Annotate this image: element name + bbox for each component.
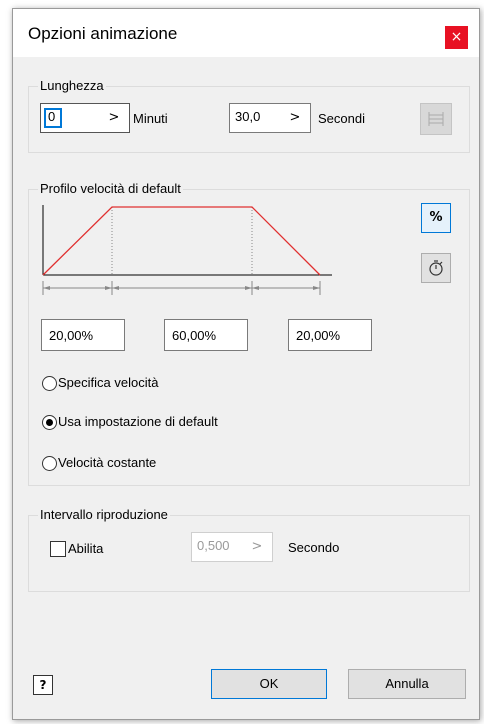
dim-arrow [43, 286, 50, 290]
velocity-profile-graph [42, 205, 332, 295]
accel-percent-field[interactable]: 20,00% [41, 319, 125, 351]
minutes-value[interactable]: 0 [48, 109, 55, 124]
constant-percent-value[interactable]: 60,00% [172, 328, 216, 343]
range-fit-icon [428, 112, 444, 126]
time-mode-button[interactable] [421, 253, 451, 283]
enable-label[interactable]: Abilita [68, 541, 103, 556]
minutes-spin-arrow[interactable]: > [99, 104, 129, 132]
dim-arrow [105, 286, 112, 290]
stopwatch-icon [429, 260, 443, 276]
radio-specify-velocity-label[interactable]: Specifica velocità [58, 375, 158, 390]
decel-percent-value[interactable]: 20,00% [296, 328, 340, 343]
minutes-label: Minuti [133, 111, 168, 126]
interval-spinner[interactable]: 0,500 > [191, 532, 273, 562]
minutes-spinner[interactable]: 0 > [40, 103, 130, 133]
ok-button[interactable]: OK [211, 669, 327, 699]
interval-value[interactable]: 0,500 [197, 538, 230, 553]
title-bar: Opzioni animazione × [13, 9, 479, 57]
enable-checkbox[interactable] [50, 541, 66, 557]
seconds-spinner[interactable]: 30,0 > [229, 103, 311, 133]
dim-arrow [252, 286, 259, 290]
dim-arrow [245, 286, 252, 290]
radio-constant-velocity-button[interactable] [42, 456, 57, 471]
interval-unit-label: Secondo [288, 540, 340, 555]
radio-default-setting-label[interactable]: Usa impostazione di default [58, 414, 218, 429]
close-icon: × [450, 29, 463, 45]
constant-percent-field[interactable]: 60,00% [164, 319, 248, 351]
dim-arrow [313, 286, 320, 290]
animation-options-dialog: Opzioni animazione × Lunghezza 0 > Minut… [12, 8, 480, 720]
help-icon: ? [39, 678, 47, 692]
dialog-title: Opzioni animazione [28, 24, 178, 43]
length-group-title: Lunghezza [38, 78, 106, 93]
cancel-button[interactable]: Annulla [348, 669, 466, 699]
velocity-profile-line [42, 206, 321, 276]
radio-default-setting-button[interactable] [42, 415, 57, 430]
radio-constant-velocity-label[interactable]: Velocità costante [58, 455, 156, 470]
radio-specify-velocity-button[interactable] [42, 376, 57, 391]
playback-group-title: Intervallo riproduzione [38, 507, 170, 522]
fit-range-button[interactable] [420, 103, 452, 135]
help-button[interactable]: ? [33, 675, 53, 695]
decel-percent-field[interactable]: 20,00% [288, 319, 372, 351]
dim-arrow [112, 286, 119, 290]
close-button[interactable]: × [445, 26, 468, 49]
seconds-label: Secondi [318, 111, 365, 126]
velocity-group-title: Profilo velocità di default [38, 181, 183, 196]
percent-mode-button[interactable]: % [421, 203, 451, 233]
percent-label: % [429, 210, 443, 225]
seconds-spin-arrow[interactable]: > [280, 104, 310, 132]
interval-spin-arrow[interactable]: > [242, 533, 272, 561]
seconds-value[interactable]: 30,0 [235, 109, 260, 124]
accel-percent-value[interactable]: 20,00% [49, 328, 93, 343]
